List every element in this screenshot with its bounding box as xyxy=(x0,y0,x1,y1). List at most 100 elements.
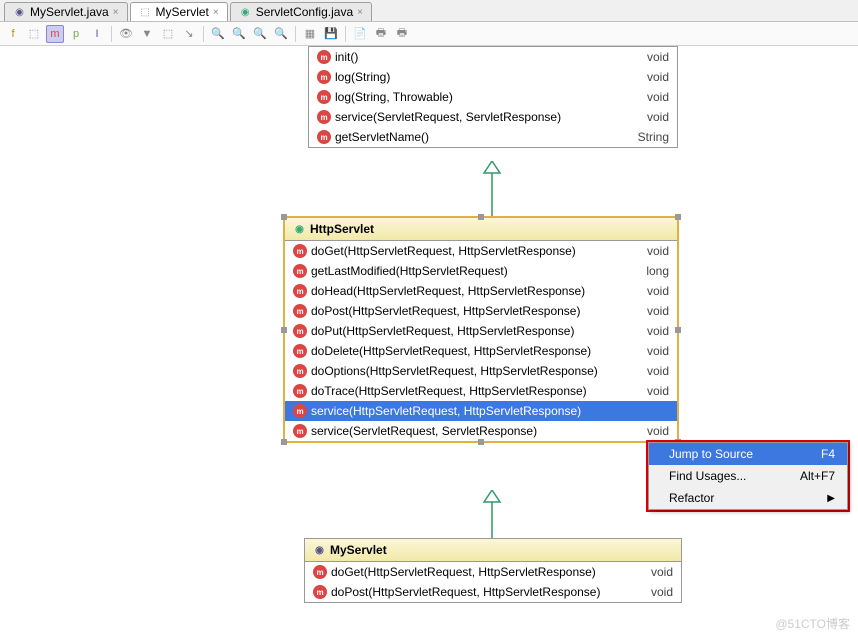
method-name: log(String, Throwable) xyxy=(335,90,453,104)
save-icon[interactable]: 💾 xyxy=(322,25,340,43)
zoom-actual-icon[interactable]: 🔍 xyxy=(272,25,290,43)
method-name: doPost(HttpServletRequest, HttpServletRe… xyxy=(311,304,580,318)
ctx-item-find-usages[interactable]: Find Usages... Alt+F7 xyxy=(649,465,847,487)
constructors-icon[interactable]: ⬚ xyxy=(25,25,43,43)
method-row[interactable]: mdoOptions(HttpServletRequest, HttpServl… xyxy=(285,361,677,381)
tab-label: MyServlet.java xyxy=(30,5,109,19)
close-icon[interactable]: × xyxy=(357,7,363,18)
return-type: void xyxy=(647,424,669,438)
filter-icon[interactable]: ▼ xyxy=(138,25,156,43)
return-type: void xyxy=(647,90,669,104)
separator xyxy=(345,26,346,42)
method-name: doTrace(HttpServletRequest, HttpServletR… xyxy=(311,384,587,398)
method-icon: m xyxy=(317,90,331,104)
method-icon: m xyxy=(317,110,331,124)
submenu-arrow-icon: ▶ xyxy=(827,493,835,504)
close-icon[interactable]: × xyxy=(113,7,119,18)
return-type: void xyxy=(651,585,673,599)
class-icon: ◉ xyxy=(293,223,306,236)
method-icon: m xyxy=(293,244,307,258)
tab-servletconfig-java[interactable]: ◉ ServletConfig.java × xyxy=(230,2,372,21)
return-type: void xyxy=(647,324,669,338)
method-row[interactable]: mdoPut(HttpServletRequest, HttpServletRe… xyxy=(285,321,677,341)
method-row[interactable]: m doPost(HttpServletRequest, HttpServletR… xyxy=(285,301,677,321)
ctx-item-refactor[interactable]: Refactor ▶ xyxy=(649,487,847,509)
method-icon: m xyxy=(313,585,327,599)
return-type: void xyxy=(651,565,673,579)
class-box-myservlet[interactable]: ◉ MyServlet m doGet(HttpServletRequest, H… xyxy=(304,538,682,603)
method-name: doHead(HttpServletRequest, HttpServletRe… xyxy=(311,284,585,298)
export-icon[interactable]: 📄 xyxy=(351,25,369,43)
class-box-genericservlet[interactable]: minit()voidmlog(String)voidmlog(String, … xyxy=(308,46,678,148)
tab-myservlet-java[interactable]: ◉ MyServlet.java × xyxy=(4,2,128,21)
zoom-in-icon[interactable]: 🔍 xyxy=(209,25,227,43)
ctx-accel: Alt+F7 xyxy=(800,469,835,483)
route-icon[interactable]: ↘ xyxy=(180,25,198,43)
method-name: doGet(HttpServletRequest, HttpServletRes… xyxy=(311,244,576,258)
return-type: void xyxy=(647,384,669,398)
method-row[interactable]: mlog(String)void xyxy=(309,67,677,87)
ctx-item-jump-to-source[interactable]: Jump to SourceF4 xyxy=(649,443,847,465)
method-icon: m xyxy=(293,264,307,278)
separator xyxy=(295,26,296,42)
class-box-httpservlet[interactable]: ◉ HttpServlet mdoGet(HttpServletRequest,… xyxy=(283,216,679,443)
interface-icon: ◉ xyxy=(239,6,252,19)
return-type: void xyxy=(647,364,669,378)
apply-layout-icon[interactable]: ▦ xyxy=(301,25,319,43)
print-icon[interactable]: 🖶 xyxy=(372,25,390,43)
method-row[interactable]: mservice(HttpServletRequest, HttpServlet… xyxy=(285,401,677,421)
method-icon: m xyxy=(293,304,307,318)
class-title: ◉ MyServlet xyxy=(305,539,681,562)
method-row[interactable]: mdoHead(HttpServletRequest, HttpServletR… xyxy=(285,281,677,301)
method-icon: m xyxy=(293,424,307,438)
method-icon: m xyxy=(313,565,327,579)
zoom-out-icon[interactable]: 🔍 xyxy=(230,25,248,43)
return-type: long xyxy=(646,264,669,278)
method-row[interactable]: m log(String, Throwable) void xyxy=(309,87,677,107)
return-type: void xyxy=(647,244,669,258)
methods-icon[interactable]: m xyxy=(46,25,64,43)
close-icon[interactable]: × xyxy=(213,7,219,18)
method-name: init() xyxy=(335,50,358,64)
layout-icon[interactable]: ⬚ xyxy=(159,25,177,43)
method-name: log(String) xyxy=(335,70,390,84)
return-type: void xyxy=(647,50,669,64)
method-row[interactable]: mgetServletName()String xyxy=(309,127,677,147)
context-menu: Jump to SourceF4 Find Usages... Alt+F7 Refa… xyxy=(648,442,848,510)
method-row[interactable]: m service(ServletRequest, ServletResponse… xyxy=(309,107,677,127)
properties-icon[interactable]: p xyxy=(67,25,85,43)
return-type: String xyxy=(638,130,669,144)
visibility-icon[interactable]: 👁 xyxy=(117,25,135,43)
method-row[interactable]: mdoPost(HttpServletRequest, HttpServletR… xyxy=(305,582,681,602)
print-preview-icon[interactable]: 🖶 xyxy=(393,25,411,43)
method-icon: m xyxy=(293,404,307,418)
method-name: getServletName() xyxy=(335,130,429,144)
fields-icon[interactable]: f xyxy=(4,25,22,43)
method-name: doDelete(HttpServletRequest, HttpServlet… xyxy=(311,344,591,358)
class-name: MyServlet xyxy=(330,543,387,557)
diagram-canvas[interactable]: minit()voidmlog(String)voidmlog(String, … xyxy=(0,46,858,638)
return-type: void xyxy=(647,304,669,318)
tab-label: ServletConfig.java xyxy=(256,5,353,19)
separator xyxy=(203,26,204,42)
method-icon: m xyxy=(293,324,307,338)
inner-icon[interactable]: I xyxy=(88,25,106,43)
tab-myservlet-diagram[interactable]: ⬚ MyServlet × xyxy=(130,2,228,21)
method-row[interactable]: m doTrace(HttpServletRequest, HttpServlet… xyxy=(285,381,677,401)
inheritance-arrow xyxy=(480,161,504,216)
ctx-label: Refactor xyxy=(669,491,714,505)
method-row[interactable]: mservice(ServletRequest, ServletResponse… xyxy=(285,421,677,441)
ctx-label: Find Usages... xyxy=(669,469,746,483)
method-name: doGet(HttpServletRequest, HttpServletRes… xyxy=(331,565,596,579)
zoom-fit-icon[interactable]: 🔍 xyxy=(251,25,269,43)
method-name: service(ServletRequest, ServletResponse) xyxy=(335,110,561,124)
method-icon: m xyxy=(317,50,331,64)
method-row[interactable]: m init() void xyxy=(309,47,677,67)
method-row[interactable]: m doGet(HttpServletRequest, HttpServletRe… xyxy=(285,241,677,261)
method-row[interactable]: mdoDelete(HttpServletRequest, HttpServle… xyxy=(285,341,677,361)
method-row[interactable]: m doGet(HttpServletRequest, HttpServletRe… xyxy=(305,562,681,582)
method-icon: m xyxy=(293,384,307,398)
method-icon: m xyxy=(293,364,307,378)
method-row[interactable]: mgetLastModified(HttpServletRequest)long xyxy=(285,261,677,281)
return-type: void xyxy=(647,344,669,358)
